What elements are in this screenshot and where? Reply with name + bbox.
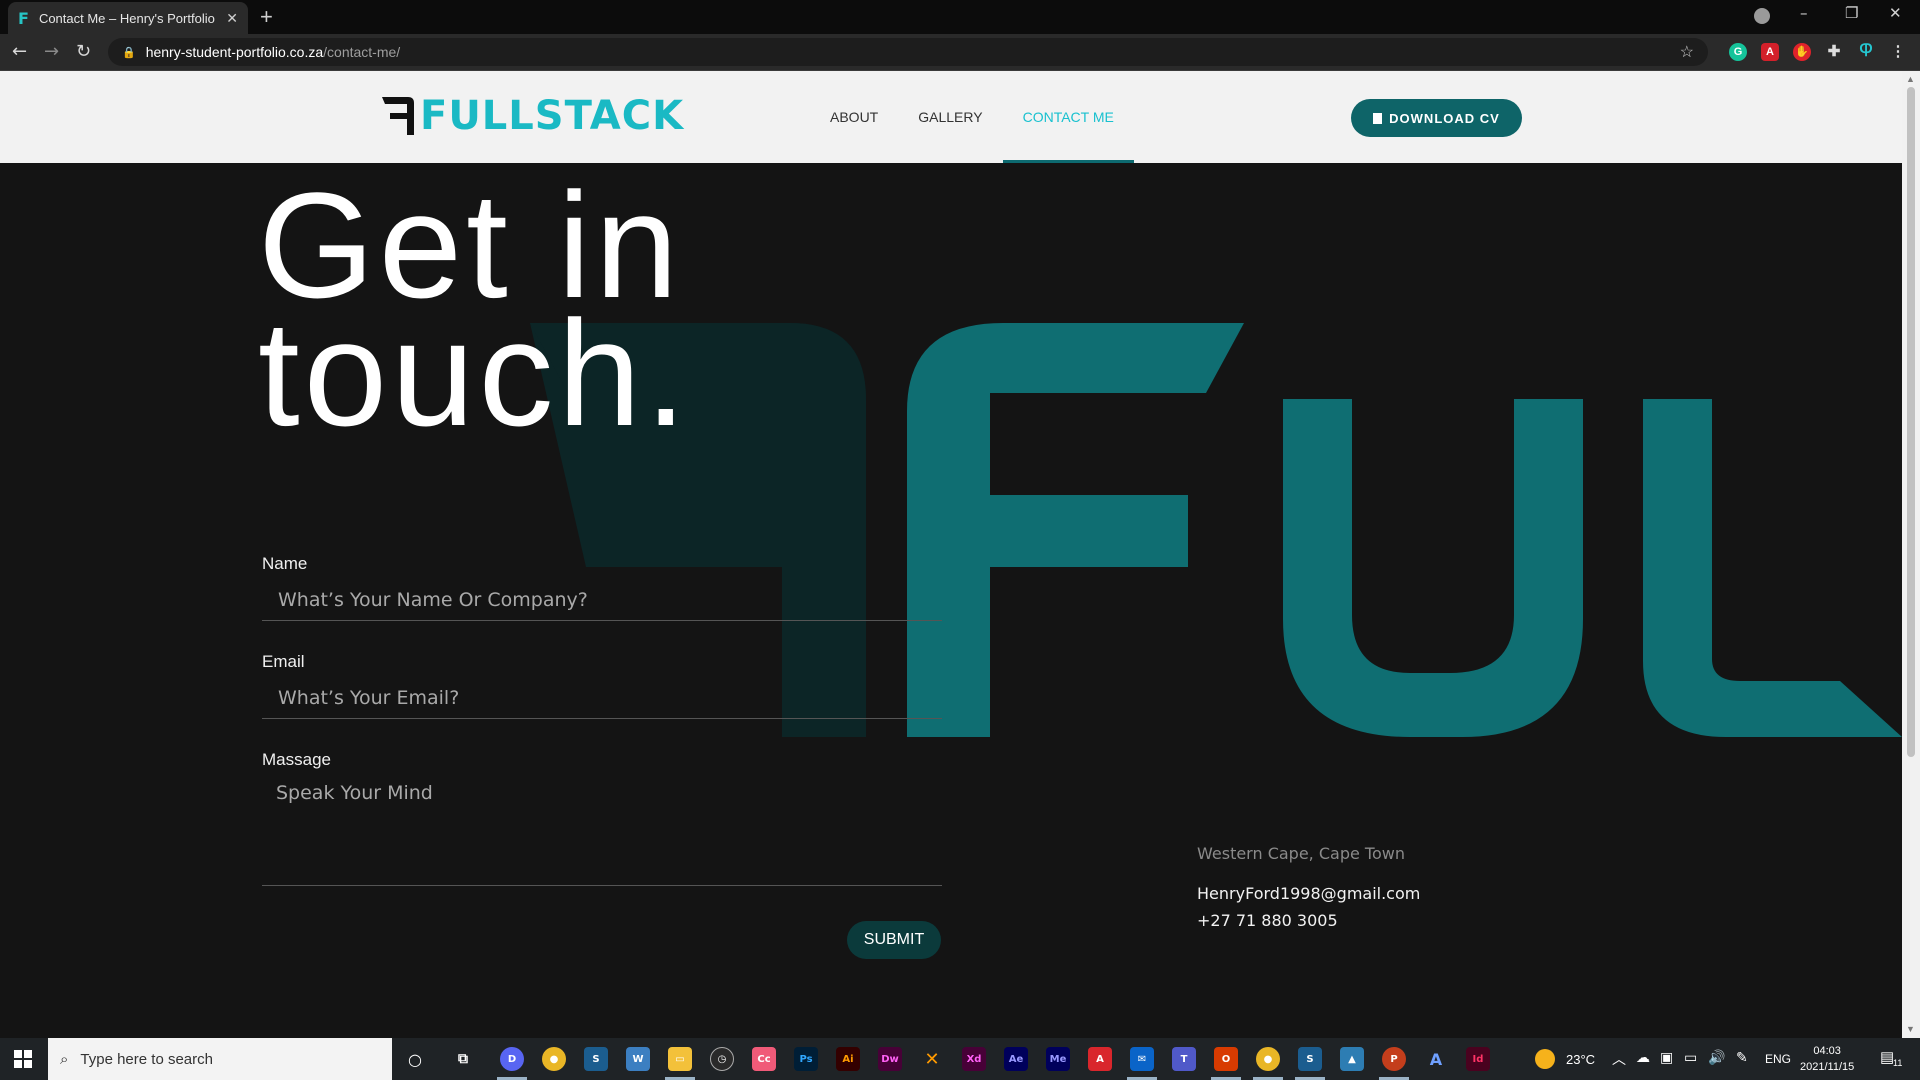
chrome-active-icon[interactable]: ● bbox=[1256, 1047, 1280, 1071]
browser-tab[interactable]: F Contact Me – Henry's Portfolio ✕ bbox=[8, 2, 248, 34]
indesign-icon[interactable]: Id bbox=[1466, 1047, 1490, 1071]
forward-icon[interactable]: → bbox=[44, 41, 59, 62]
pdf-extension-icon[interactable]: A bbox=[1761, 43, 1779, 61]
address-bar: ← → ↻ 🔒 henry-student-portfolio.co.za/co… bbox=[0, 34, 1920, 71]
title-line-2: touch. bbox=[258, 289, 691, 457]
profile-icon[interactable] bbox=[1754, 8, 1770, 24]
new-tab-icon[interactable]: + bbox=[260, 4, 273, 30]
contact-phone-link[interactable]: +27 71 880 3005 bbox=[1197, 911, 1338, 930]
email-field[interactable] bbox=[262, 677, 942, 719]
nav-item-gallery[interactable]: GALLERY bbox=[898, 71, 1002, 163]
taskbar-search-placeholder: Type here to search bbox=[80, 1050, 213, 1068]
file-explorer-icon[interactable]: ▭ bbox=[668, 1047, 692, 1071]
tab-title: Contact Me – Henry's Portfolio bbox=[38, 10, 215, 26]
close-tab-icon[interactable]: ✕ bbox=[226, 10, 238, 27]
contact-location: Western Cape, Cape Town bbox=[1197, 844, 1405, 863]
url-host: henry-student-portfolio.co.za bbox=[145, 44, 324, 60]
message-field[interactable] bbox=[262, 774, 942, 886]
task-view-icon[interactable]: ⧉ bbox=[451, 1047, 475, 1071]
scroll-thumb[interactable] bbox=[1907, 87, 1915, 757]
extensions-puzzle-icon[interactable]: ✚ bbox=[1825, 43, 1843, 61]
nav-item-about[interactable]: ABOUT bbox=[810, 71, 898, 163]
illustrator-icon[interactable]: Ai bbox=[836, 1047, 860, 1071]
media-encoder-icon[interactable]: Me bbox=[1046, 1047, 1070, 1071]
url-path: /contact-me/ bbox=[323, 44, 401, 60]
page-title: Get in touch. bbox=[258, 170, 691, 457]
office-icon[interactable]: O bbox=[1214, 1047, 1238, 1071]
email-label: Email bbox=[262, 652, 305, 671]
clock-time: 04:03 bbox=[1813, 1045, 1841, 1057]
photos-icon[interactable]: ▲ bbox=[1340, 1047, 1364, 1071]
pen-icon[interactable]: ✎ bbox=[1736, 1049, 1748, 1066]
lock-icon: 🔒 bbox=[122, 46, 136, 59]
onedrive-icon[interactable]: ☁ bbox=[1636, 1049, 1650, 1066]
creative-cloud-icon[interactable]: Cc bbox=[752, 1047, 776, 1071]
fullstack-logo-icon bbox=[382, 97, 414, 135]
clock-date: 2021/11/15 bbox=[1800, 1061, 1855, 1073]
notification-count: 11 bbox=[1893, 1058, 1903, 1068]
logo-extension-icon[interactable]: Ⴔ bbox=[1857, 43, 1875, 61]
contact-email-link[interactable]: HenryFord1998@gmail.com bbox=[1197, 884, 1420, 903]
blender-icon[interactable]: ✕ bbox=[920, 1047, 944, 1071]
submit-button[interactable]: SUBMIT bbox=[847, 921, 941, 959]
restore-icon[interactable]: ❐ bbox=[1845, 4, 1858, 22]
url-field[interactable]: 🔒 henry-student-portfolio.co.za/contact-… bbox=[108, 38, 1708, 66]
bookmark-star-icon[interactable]: ☆ bbox=[1680, 42, 1694, 62]
name-field[interactable] bbox=[262, 579, 942, 621]
clock-app-icon[interactable]: ◷ bbox=[710, 1047, 734, 1071]
main-nav: ABOUT GALLERY CONTACT ME bbox=[810, 71, 1135, 163]
dreamweaver-icon[interactable]: Dw bbox=[878, 1047, 902, 1071]
discord-icon[interactable]: D bbox=[500, 1047, 524, 1071]
volume-icon[interactable]: 🔊 bbox=[1708, 1049, 1725, 1066]
after-effects-icon[interactable]: Ae bbox=[1004, 1047, 1028, 1071]
tab-favicon-icon: F bbox=[18, 8, 29, 28]
message-label: Massage bbox=[262, 750, 331, 769]
browser-tab-bar: F Contact Me – Henry's Portfolio ✕ + – ❐… bbox=[0, 0, 1920, 34]
weather-temperature[interactable]: 23°C bbox=[1566, 1052, 1595, 1067]
mail-icon[interactable]: ✉ bbox=[1130, 1047, 1154, 1071]
close-window-icon[interactable]: ✕ bbox=[1889, 4, 1902, 22]
scroll-up-icon[interactable]: ▲ bbox=[1906, 74, 1915, 84]
minimize-icon[interactable]: – bbox=[1800, 4, 1808, 22]
adblock-extension-icon[interactable]: ✋ bbox=[1793, 43, 1811, 61]
document-icon bbox=[1373, 112, 1383, 124]
taskbar-clock[interactable]: 04:03 2021/11/15 bbox=[1800, 1043, 1854, 1075]
wacom-icon[interactable]: W bbox=[626, 1047, 650, 1071]
cortana-icon[interactable]: ○ bbox=[403, 1047, 427, 1071]
steam-icon[interactable]: S bbox=[584, 1047, 608, 1071]
logo-text: FULLSTACK bbox=[420, 93, 685, 139]
acrobat-icon[interactable]: A bbox=[1088, 1047, 1112, 1071]
browser-menu-icon[interactable]: ⋮ bbox=[1889, 43, 1907, 61]
search-icon: ⌕ bbox=[60, 1050, 69, 1068]
affinity-icon[interactable]: A bbox=[1424, 1047, 1448, 1071]
chrome-icon[interactable]: ● bbox=[542, 1047, 566, 1071]
xd-icon[interactable]: Xd bbox=[962, 1047, 986, 1071]
weather-sun-icon[interactable] bbox=[1535, 1049, 1555, 1069]
tray-chevron-icon[interactable]: ︿ bbox=[1612, 1049, 1626, 1069]
name-label: Name bbox=[262, 554, 308, 573]
site-header: FULLSTACK ABOUT GALLERY CONTACT ME DOWNL… bbox=[0, 71, 1902, 163]
grammarly-extension-icon[interactable]: G bbox=[1729, 43, 1747, 61]
back-icon[interactable]: ← bbox=[12, 41, 27, 62]
powerpoint-icon[interactable]: P bbox=[1382, 1047, 1406, 1071]
network-icon[interactable]: ▭ bbox=[1684, 1049, 1697, 1066]
windows-start-icon[interactable] bbox=[14, 1050, 32, 1068]
taskbar-search[interactable]: ⌕ Type here to search bbox=[48, 1038, 392, 1080]
page-scrollbar[interactable]: ▲ ▼ bbox=[1902, 71, 1920, 1038]
web-page: FULLSTACK ABOUT GALLERY CONTACT ME DOWNL… bbox=[0, 71, 1902, 1038]
teams-icon[interactable]: T bbox=[1172, 1047, 1196, 1071]
windows-taskbar: ⌕ Type here to search ○ ⧉ D ● S W ▭ ◷ Cc… bbox=[0, 1038, 1920, 1080]
download-cv-label: DOWNLOAD CV bbox=[1389, 110, 1500, 126]
nav-item-contact-me[interactable]: CONTACT ME bbox=[1002, 71, 1135, 163]
reload-icon[interactable]: ↻ bbox=[76, 41, 91, 62]
photoshop-icon[interactable]: Ps bbox=[794, 1047, 818, 1071]
display-icon[interactable]: ▣ bbox=[1660, 1049, 1673, 1066]
steam-active-icon[interactable]: S bbox=[1298, 1047, 1322, 1071]
scroll-down-icon[interactable]: ▼ bbox=[1906, 1024, 1915, 1034]
language-indicator[interactable]: ENG bbox=[1765, 1052, 1791, 1066]
download-cv-button[interactable]: DOWNLOAD CV bbox=[1351, 99, 1522, 137]
site-logo[interactable]: FULLSTACK bbox=[382, 93, 684, 139]
